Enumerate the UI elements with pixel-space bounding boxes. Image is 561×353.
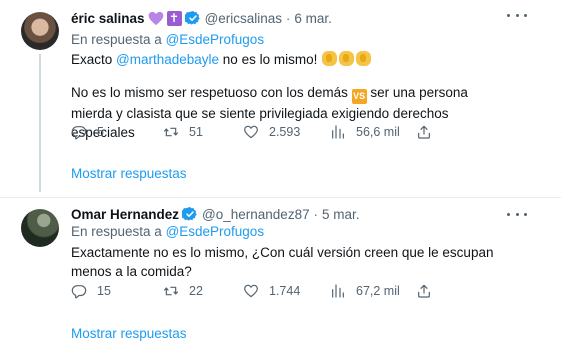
verified-badge-icon <box>184 10 201 26</box>
share-icon <box>418 284 430 298</box>
share-button[interactable] <box>416 283 432 299</box>
reply-prefix: En respuesta a <box>71 32 166 47</box>
reply-icon <box>71 126 87 140</box>
views-chart-icon <box>332 125 344 139</box>
thread-connector-line <box>39 54 41 192</box>
text-fragment: no es lo mismo! <box>219 52 322 67</box>
share-button[interactable] <box>416 124 432 140</box>
reply-button[interactable]: 15 <box>71 283 111 299</box>
tweet-divider <box>0 197 561 198</box>
views-count: 56,6 mil <box>356 125 400 139</box>
heart-icon <box>244 284 258 298</box>
reply-button[interactable]: 5 <box>71 124 104 140</box>
like-count: 2.593 <box>269 125 301 139</box>
verified-badge-icon <box>182 206 198 222</box>
tweet-text: Exactamente no es lo mismo, ¿Con cuál ve… <box>71 245 494 279</box>
avatar[interactable] <box>21 12 59 50</box>
reply-count: 5 <box>97 125 104 139</box>
user-handle[interactable]: @o_hernandez87 <box>202 207 310 222</box>
display-name[interactable]: Omar Hernandez <box>71 207 179 222</box>
separator-dot: · <box>313 206 318 222</box>
reply-to-link[interactable]: @EsdeProfugos <box>166 224 265 239</box>
display-name[interactable]: éric salinas <box>71 11 145 26</box>
reply-prefix: En respuesta a <box>71 224 166 239</box>
reply-context: En respuesta a @EsdeProfugos <box>71 224 264 239</box>
retweet-button[interactable]: 22 <box>163 283 203 299</box>
show-replies-link[interactable]: Mostrar respuestas <box>71 166 187 181</box>
retweet-icon <box>163 286 179 296</box>
tweet-ericsalinas[interactable]: éric salinas ✝ @ericsalinas · 6 mar. En … <box>0 0 561 198</box>
text-fragment: Exacto <box>71 52 117 67</box>
tweet-date[interactable]: 6 mar. <box>294 11 332 26</box>
more-options-icon[interactable] <box>507 207 527 221</box>
vs-button-icon: VS <box>351 89 367 104</box>
retweet-button[interactable]: 51 <box>163 124 203 140</box>
reply-icon <box>71 285 87 299</box>
views-button[interactable]: 56,6 mil <box>330 124 400 140</box>
clapping-hands-icon <box>339 51 355 66</box>
retweet-count: 22 <box>189 284 203 298</box>
like-button[interactable]: 1.744 <box>243 283 300 299</box>
views-button[interactable]: 67,2 mil <box>330 283 400 299</box>
reply-context: En respuesta a @EsdeProfugos <box>71 32 264 47</box>
clapping-hands-icon <box>322 51 338 66</box>
mention-link[interactable]: @marthadebayle <box>116 52 219 67</box>
retweet-icon <box>163 127 179 137</box>
tweet-text-paragraph-1: Exacto @marthadebayle no es lo mismo! <box>71 50 511 69</box>
user-handle[interactable]: @ericsalinas <box>205 11 282 26</box>
retweet-count: 51 <box>189 125 203 139</box>
share-icon <box>418 125 430 139</box>
separator-dot: · <box>286 10 291 26</box>
avatar[interactable] <box>21 209 59 247</box>
show-replies-link[interactable]: Mostrar respuestas <box>71 326 187 341</box>
tweet-o-hernandez87[interactable]: Omar Hernandez @o_hernandez87 · 5 mar. E… <box>0 199 561 353</box>
latin-cross-icon: ✝ <box>166 10 182 26</box>
clapping-hands-icon <box>356 51 372 66</box>
tweet-header: éric salinas ✝ @ericsalinas · 6 mar. <box>71 10 332 26</box>
tweet-date[interactable]: 5 mar. <box>322 207 360 222</box>
heart-icon <box>244 125 258 139</box>
like-button[interactable]: 2.593 <box>243 124 300 140</box>
views-chart-icon <box>332 284 344 298</box>
reply-to-link[interactable]: @EsdeProfugos <box>166 32 265 47</box>
purple-heart-icon <box>148 11 164 26</box>
views-count: 67,2 mil <box>356 284 400 298</box>
tweet-header: Omar Hernandez @o_hernandez87 · 5 mar. <box>71 206 359 222</box>
text-fragment: No es lo mismo ser respetuoso con los de… <box>71 85 352 100</box>
like-count: 1.744 <box>269 284 301 298</box>
more-options-icon[interactable] <box>507 8 527 22</box>
reply-count: 15 <box>97 284 111 298</box>
